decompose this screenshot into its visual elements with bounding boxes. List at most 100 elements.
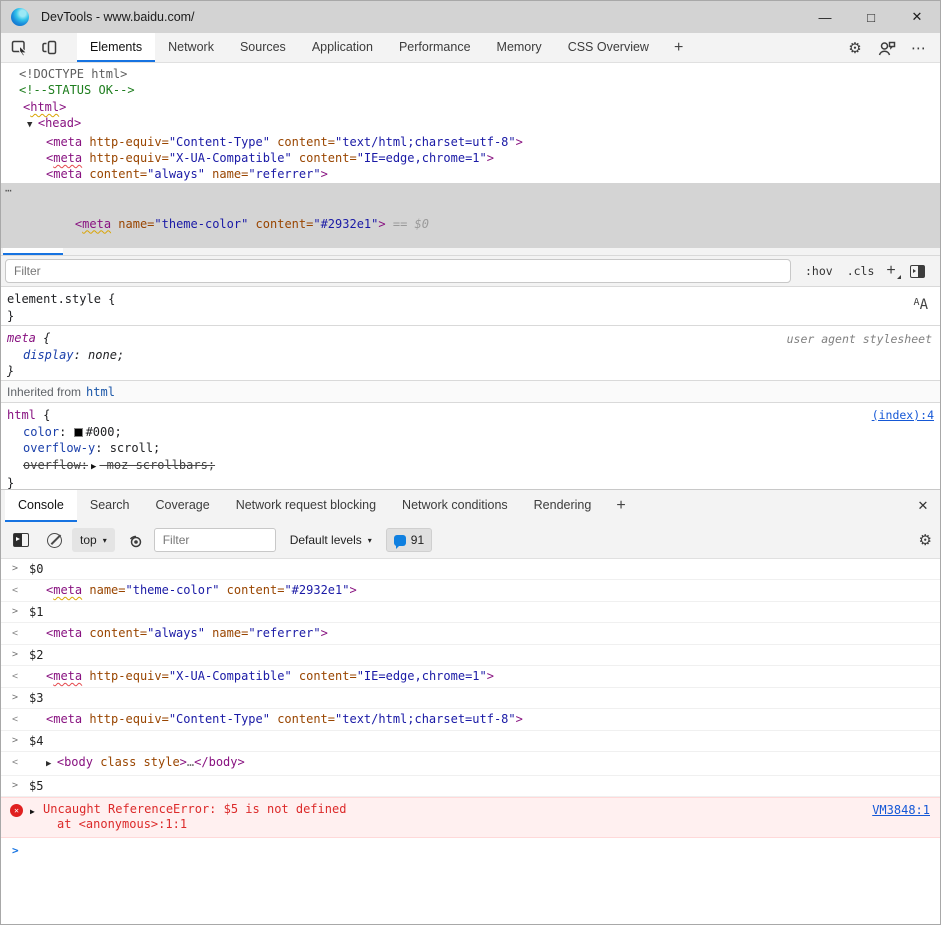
input-chevron-icon: > <box>12 688 18 708</box>
tab-search[interactable]: Search <box>77 490 143 522</box>
tab-rendering[interactable]: Rendering <box>521 490 605 522</box>
shorthand-expander-icon[interactable]: ▶ <box>88 462 99 472</box>
dom-node-meta-x-ua[interactable]: <meta http-equiv="X-UA-Compatible" conte… <box>1 150 940 166</box>
chevron-down-icon: ▾ <box>368 536 372 545</box>
input-chevron-icon: > <box>12 645 18 665</box>
html-rule-overflow-declaration-invalid[interactable]: overflow:▶-moz-scrollbars; <box>7 457 934 476</box>
tab-application[interactable]: Application <box>299 33 386 62</box>
console-input-5: >$5 <box>1 776 940 797</box>
console-input-2: >$2 <box>1 645 940 666</box>
html-rule-color-declaration[interactable]: color: #000; <box>7 424 934 441</box>
output-chevron-icon: < <box>12 666 18 687</box>
error-text-line2: at <anonymous>:1:1 <box>43 817 932 832</box>
tab-network[interactable]: Network <box>155 33 227 62</box>
dom-node-head[interactable]: ▼ <head> <box>1 115 940 133</box>
stylesheet-source-link[interactable]: (index):4 <box>872 408 934 422</box>
output-chevron-icon: < <box>12 623 18 644</box>
devtools-window: { "colors": { "accent_blue": "#1673e1", … <box>0 0 941 925</box>
toolbar-right: ⚙ ⋯ <box>842 33 940 62</box>
font-editor-icon[interactable]: AA <box>914 297 928 313</box>
color-swatch[interactable] <box>74 428 83 437</box>
ua-stylesheet-rule: meta { display: none; } user agent style… <box>1 326 940 381</box>
issues-counter-badge[interactable]: 91 <box>386 528 432 552</box>
console-error-message[interactable]: ✕ ▶ Uncaught ReferenceError: $5 is not d… <box>1 797 940 838</box>
input-chevron-icon: > <box>12 776 18 796</box>
inherited-node-link[interactable]: html <box>86 385 115 399</box>
tab-css-overview[interactable]: CSS Overview <box>555 33 662 62</box>
drawer-tabs: Console Search Coverage Network request … <box>1 489 940 522</box>
input-chevron-icon: > <box>12 559 18 579</box>
console-messages: >$0 <<meta name="theme-color" content="#… <box>1 559 940 838</box>
output-chevron-icon: < <box>12 580 18 601</box>
toggle-pseudo-classes-button[interactable]: :hov <box>805 264 833 278</box>
clear-console-icon[interactable] <box>47 533 62 548</box>
node-menu-dots-icon[interactable]: ⋯ <box>5 183 13 199</box>
more-options-icon[interactable]: ⋯ <box>906 35 932 61</box>
tab-console[interactable]: Console <box>5 490 77 522</box>
dom-node-doctype[interactable]: <!DOCTYPE html> <box>1 66 940 82</box>
tab-elements[interactable]: Elements <box>77 33 155 62</box>
dom-node-comment[interactable]: <!--STATUS OK--> <box>1 82 940 98</box>
panel-tabs: Elements Network Sources Application Per… <box>77 33 662 62</box>
issues-bubble-icon <box>394 535 406 546</box>
html-rule-selector[interactable]: html { <box>7 407 934 424</box>
dom-node-meta-content-type[interactable]: <meta http-equiv="Content-Type" content=… <box>1 134 940 150</box>
error-source-link[interactable]: VM3848:1 <box>872 803 930 818</box>
console-input-1: >$1 <box>1 602 940 623</box>
ua-rule-declaration[interactable]: display: none; <box>7 347 934 364</box>
device-toolbar-button[interactable] <box>35 33 65 62</box>
console-output-4-body[interactable]: <▶ <body class style>…</body> <box>1 752 940 776</box>
output-chevron-icon: < <box>12 709 18 730</box>
console-input-0: >$0 <box>1 559 940 580</box>
window-controls: — □ ✕ <box>802 1 940 33</box>
inspect-element-button[interactable] <box>5 33 35 62</box>
dom-node-meta-referrer[interactable]: <meta content="always" name="referrer"> <box>1 166 940 182</box>
window-title: DevTools - www.baidu.com/ <box>41 10 195 24</box>
javascript-context-dropdown[interactable]: top ▾ <box>72 528 115 552</box>
elements-tree: <!DOCTYPE html> <!--STATUS OK--> <html> … <box>1 63 940 198</box>
styles-filter-input[interactable] <box>5 259 791 283</box>
tab-coverage[interactable]: Coverage <box>142 490 222 522</box>
html-rule-section: (index):4 html { color: #000; overflow-y… <box>1 403 940 489</box>
minimize-button[interactable]: — <box>802 1 848 33</box>
tab-network-request-blocking[interactable]: Network request blocking <box>223 490 389 522</box>
add-drawer-tab-button[interactable]: + <box>604 490 637 522</box>
toggle-computed-sidebar-icon[interactable] <box>910 265 925 278</box>
console-filter-input[interactable] <box>154 528 276 552</box>
settings-gear-icon[interactable]: ⚙ <box>842 35 868 61</box>
dom-node-meta-theme-color-selected[interactable]: ⋯ <meta name="theme-color" content="#293… <box>1 183 940 249</box>
prompt-chevron-icon: > <box>12 839 19 863</box>
html-rule-overflow-y-declaration[interactable]: overflow-y: scroll; <box>7 440 934 457</box>
tab-sources[interactable]: Sources <box>227 33 299 62</box>
log-levels-dropdown[interactable]: Default levels ▾ <box>290 533 372 547</box>
element-style-section: element.style { } AA <box>1 287 940 326</box>
close-drawer-icon[interactable]: ✕ <box>906 490 940 522</box>
element-style-close[interactable]: } <box>7 308 934 325</box>
close-button[interactable]: ✕ <box>894 1 940 33</box>
maximize-button[interactable]: □ <box>848 1 894 33</box>
tab-performance[interactable]: Performance <box>386 33 484 62</box>
expand-error-icon[interactable]: ▶ <box>30 804 35 819</box>
console-output-3[interactable]: <<meta http-equiv="Content-Type" content… <box>1 709 940 731</box>
console-output-0[interactable]: <<meta name="theme-color" content="#2932… <box>1 580 940 602</box>
console-sidebar-icon[interactable] <box>13 533 29 547</box>
input-chevron-icon: > <box>12 602 18 622</box>
error-icon: ✕ <box>10 804 23 817</box>
dom-node-html[interactable]: <html> <box>1 99 940 115</box>
inherited-from-header: Inherited from html <box>1 381 940 403</box>
tab-network-conditions[interactable]: Network conditions <box>389 490 521 522</box>
titlebar: DevTools - www.baidu.com/ — □ ✕ <box>1 1 940 33</box>
console-settings-gear-icon[interactable]: ⚙ <box>919 531 932 549</box>
output-chevron-icon: < <box>12 752 18 773</box>
element-style-open[interactable]: element.style { <box>7 291 934 308</box>
console-output-2[interactable]: <<meta http-equiv="X-UA-Compatible" cont… <box>1 666 940 688</box>
ua-stylesheet-label: user agent stylesheet <box>787 332 932 346</box>
feedback-icon[interactable] <box>874 35 900 61</box>
add-panel-button[interactable]: + <box>662 33 695 62</box>
element-classes-button[interactable]: .cls <box>847 264 875 278</box>
console-toolbar: top ▾ Default levels ▾ 91 ⚙ <box>1 522 940 559</box>
tab-memory[interactable]: Memory <box>484 33 555 62</box>
new-style-rule-button[interactable]: + <box>886 262 895 280</box>
live-expression-icon[interactable] <box>127 533 144 548</box>
console-output-1[interactable]: <<meta content="always" name="referrer"> <box>1 623 940 645</box>
